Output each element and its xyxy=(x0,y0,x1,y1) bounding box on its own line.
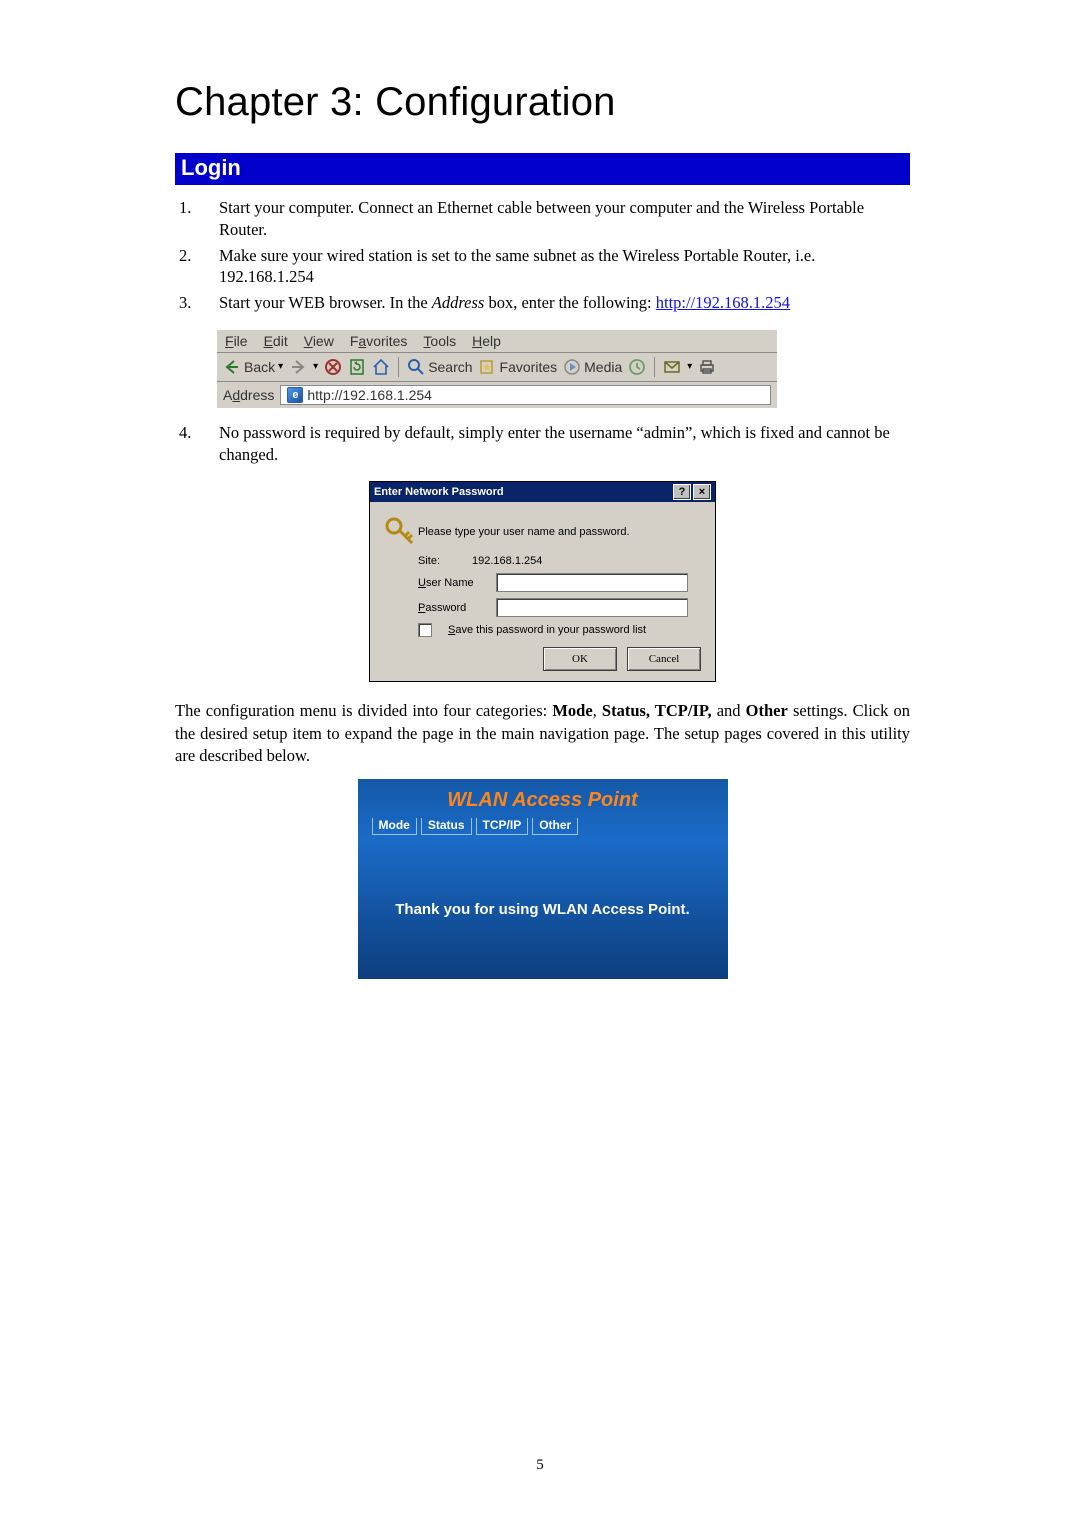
ie-page-icon: e xyxy=(287,387,303,403)
search-button[interactable]: Search xyxy=(407,358,472,376)
tab-status[interactable]: Status xyxy=(421,818,472,835)
step3-part-a: Start your WEB browser. In the xyxy=(219,293,432,312)
wlan-panel: WLAN Access Point Mode Status TCP/IP Oth… xyxy=(358,779,728,979)
media-button[interactable]: Media xyxy=(563,358,622,376)
para-sep2: and xyxy=(712,701,746,720)
menu-tools[interactable]: Tools xyxy=(423,333,456,349)
section-heading-login: Login xyxy=(175,153,910,185)
menu-view[interactable]: View xyxy=(304,333,334,349)
para-sep1: , xyxy=(593,701,602,720)
address-input[interactable]: e http://192.168.1.254 xyxy=(280,385,771,405)
ie-button-bar: Back ▾ ▾ Search Favorites Media xyxy=(217,353,777,382)
menu-edit[interactable]: Edit xyxy=(264,333,288,349)
ie-menubar: File Edit View Favorites Tools Help xyxy=(217,330,777,353)
mail-icon[interactable] xyxy=(663,358,681,376)
close-button[interactable]: × xyxy=(693,484,711,500)
tab-mode[interactable]: Mode xyxy=(372,818,417,835)
print-icon[interactable] xyxy=(698,358,716,376)
step-num: 2. xyxy=(179,245,219,267)
menu-file-rest: ile xyxy=(234,333,248,349)
favorites-label: Favorites xyxy=(500,359,558,375)
chapter-title: Chapter 3: Configuration xyxy=(175,80,910,125)
ie-address-bar: Address e http://192.168.1.254 xyxy=(217,382,777,408)
step-2: 2. Make sure your wired station is set t… xyxy=(179,245,910,289)
step-num: 3. xyxy=(179,292,219,314)
history-icon[interactable] xyxy=(628,358,646,376)
site-value: 192.168.1.254 xyxy=(472,555,542,567)
separator xyxy=(654,357,655,377)
menu-file[interactable]: File xyxy=(225,333,248,349)
wlan-thankyou: Thank you for using WLAN Access Point. xyxy=(364,901,722,918)
dialog-titlebar: Enter Network Password ? × xyxy=(370,482,715,502)
page: Chapter 3: Configuration Login 1. Start … xyxy=(0,0,1080,1528)
step-3: 3. Start your WEB browser. In the Addres… xyxy=(179,292,910,314)
network-password-dialog: Enter Network Password ? × Please type y… xyxy=(369,481,716,682)
ie-toolbar-figure: File Edit View Favorites Tools Help Back… xyxy=(217,330,777,408)
tab-tcpip[interactable]: TCP/IP xyxy=(476,818,529,835)
step-num: 1. xyxy=(179,197,219,219)
back-label: Back xyxy=(244,359,275,375)
para-b1: Mode xyxy=(552,701,592,720)
login-steps: 1. Start your computer. Connect an Ether… xyxy=(179,197,910,314)
cancel-button[interactable]: Cancel xyxy=(627,647,701,671)
favorites-button[interactable]: Favorites xyxy=(479,358,558,376)
media-icon xyxy=(563,358,581,376)
address-label: Address xyxy=(223,387,274,403)
help-button[interactable]: ? xyxy=(673,484,691,500)
dialog-body: Please type your user name and password.… xyxy=(370,502,715,681)
home-icon[interactable] xyxy=(372,358,390,376)
login-steps-cont: 4. No password is required by default, s… xyxy=(179,422,910,466)
para-b2: Status, TCP/IP, xyxy=(602,701,712,720)
step3-italic: Address xyxy=(432,293,485,312)
menu-favorites[interactable]: Favorites xyxy=(350,333,408,349)
forward-arrow-icon[interactable] xyxy=(289,358,307,376)
search-label: Search xyxy=(428,359,472,375)
step-text: Start your computer. Connect an Ethernet… xyxy=(219,197,910,241)
back-arrow-icon xyxy=(223,358,241,376)
step-num: 4. xyxy=(179,422,219,444)
step-text: Start your WEB browser. In the Address b… xyxy=(219,292,910,314)
ok-button[interactable]: OK xyxy=(543,647,617,671)
username-input[interactable] xyxy=(496,573,688,592)
stop-icon[interactable] xyxy=(324,358,342,376)
tab-other[interactable]: Other xyxy=(532,818,578,835)
dropdown-tick-icon: ▾ xyxy=(278,361,283,372)
save-password-checkbox[interactable] xyxy=(418,623,432,637)
dialog-title: Enter Network Password xyxy=(374,486,504,498)
key-icon xyxy=(384,514,418,549)
step-1: 1. Start your computer. Connect an Ether… xyxy=(179,197,910,241)
search-icon xyxy=(407,358,425,376)
config-categories-paragraph: The configuration menu is divided into f… xyxy=(175,700,910,767)
save-password-label: Save this password in your password list xyxy=(448,624,646,636)
page-number: 5 xyxy=(0,1457,1080,1474)
step-text: Make sure your wired station is set to t… xyxy=(219,245,910,289)
username-label: User Name xyxy=(418,577,486,589)
back-button[interactable]: Back ▾ xyxy=(223,358,283,376)
para-a: The configuration menu is divided into f… xyxy=(175,701,552,720)
dropdown-tick-icon: ▾ xyxy=(313,361,318,372)
dialog-prompt: Please type your user name and password. xyxy=(418,526,701,538)
site-label: Site: xyxy=(418,555,440,567)
step-text: No password is required by default, simp… xyxy=(219,422,910,466)
favorites-icon xyxy=(479,358,497,376)
address-value: http://192.168.1.254 xyxy=(307,387,432,403)
wlan-tabs: Mode Status TCP/IP Other xyxy=(372,818,714,835)
password-input[interactable] xyxy=(496,598,688,617)
password-label: Password xyxy=(418,602,486,614)
media-label: Media xyxy=(584,359,622,375)
wlan-title: WLAN Access Point xyxy=(364,789,722,812)
step3-part-b: box, enter the following: xyxy=(484,293,655,312)
separator xyxy=(398,357,399,377)
refresh-icon[interactable] xyxy=(348,358,366,376)
dropdown-tick-icon: ▾ xyxy=(687,361,692,372)
step3-link[interactable]: http://192.168.1.254 xyxy=(656,293,790,312)
menu-help[interactable]: Help xyxy=(472,333,501,349)
para-b3: Other xyxy=(746,701,788,720)
step-4: 4. No password is required by default, s… xyxy=(179,422,910,466)
